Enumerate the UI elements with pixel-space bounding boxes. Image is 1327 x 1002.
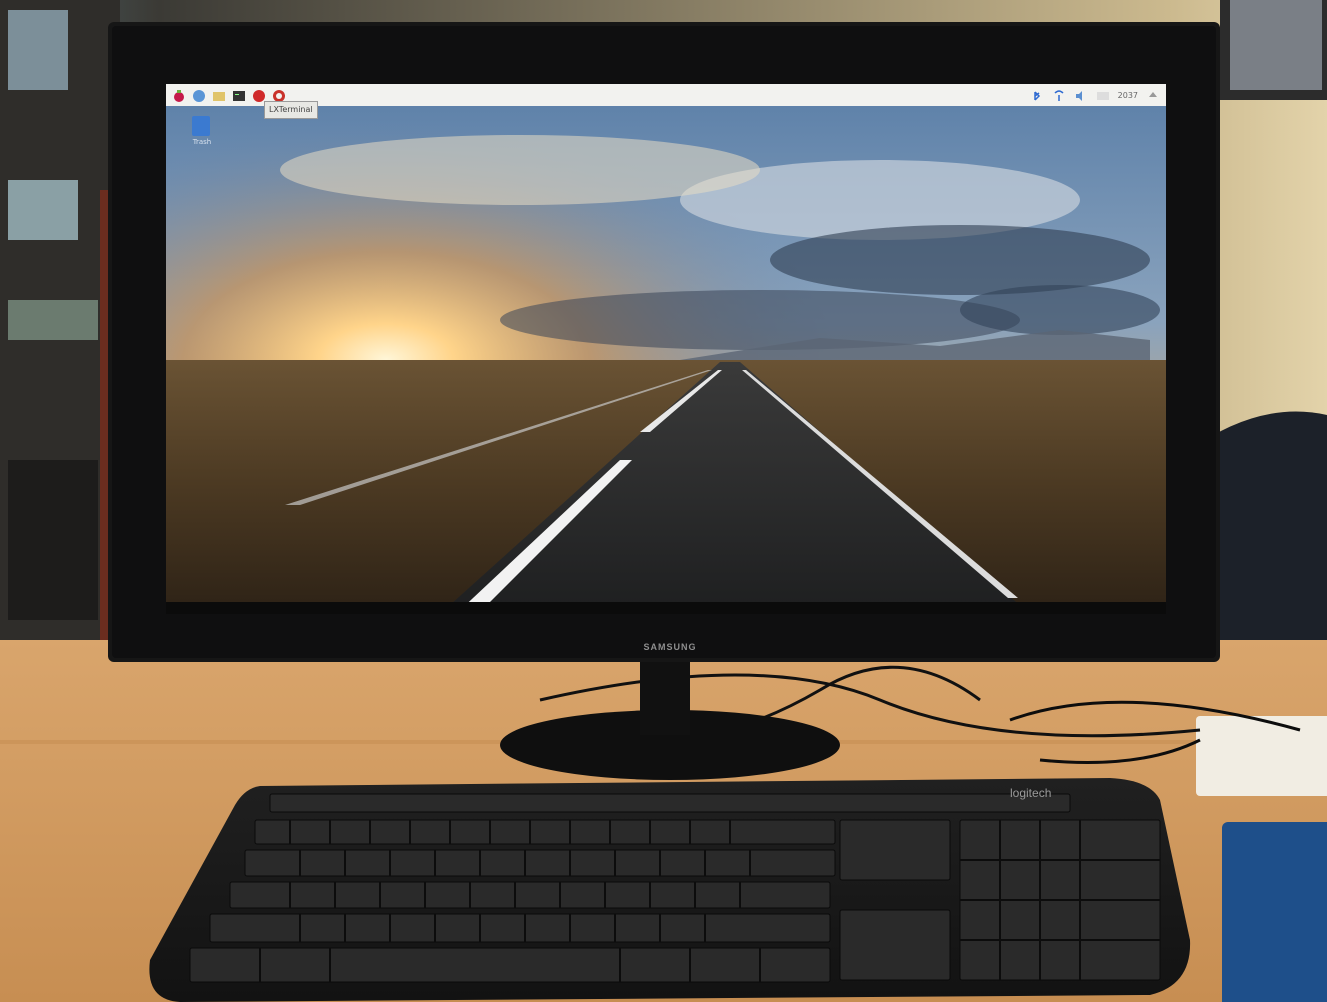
terminal-icon[interactable]: [232, 88, 246, 102]
trash-icon[interactable]: [188, 112, 214, 138]
network-icon[interactable]: [1052, 88, 1066, 102]
volume-icon[interactable]: [1074, 88, 1088, 102]
terminal-tooltip: LXTerminal: [264, 101, 318, 119]
clock-text: 2037: [1117, 90, 1138, 100]
monitor-brand-logo: SAMSUNG: [643, 642, 697, 652]
photo-scene: [0, 0, 1327, 1002]
keyboard-brand-logo: logitech: [1010, 786, 1052, 800]
mathematica-icon[interactable]: [252, 88, 266, 102]
trash-label: Trash: [192, 138, 212, 146]
bluetooth-icon[interactable]: [1030, 88, 1044, 102]
file-manager-icon[interactable]: [212, 88, 226, 102]
cpu-monitor-icon: [1096, 88, 1110, 102]
eject-icon[interactable]: [1146, 88, 1160, 102]
wolfram-icon[interactable]: [272, 88, 286, 102]
web-browser-icon[interactable]: [192, 88, 206, 102]
raspberry-menu-icon[interactable]: [172, 88, 186, 102]
